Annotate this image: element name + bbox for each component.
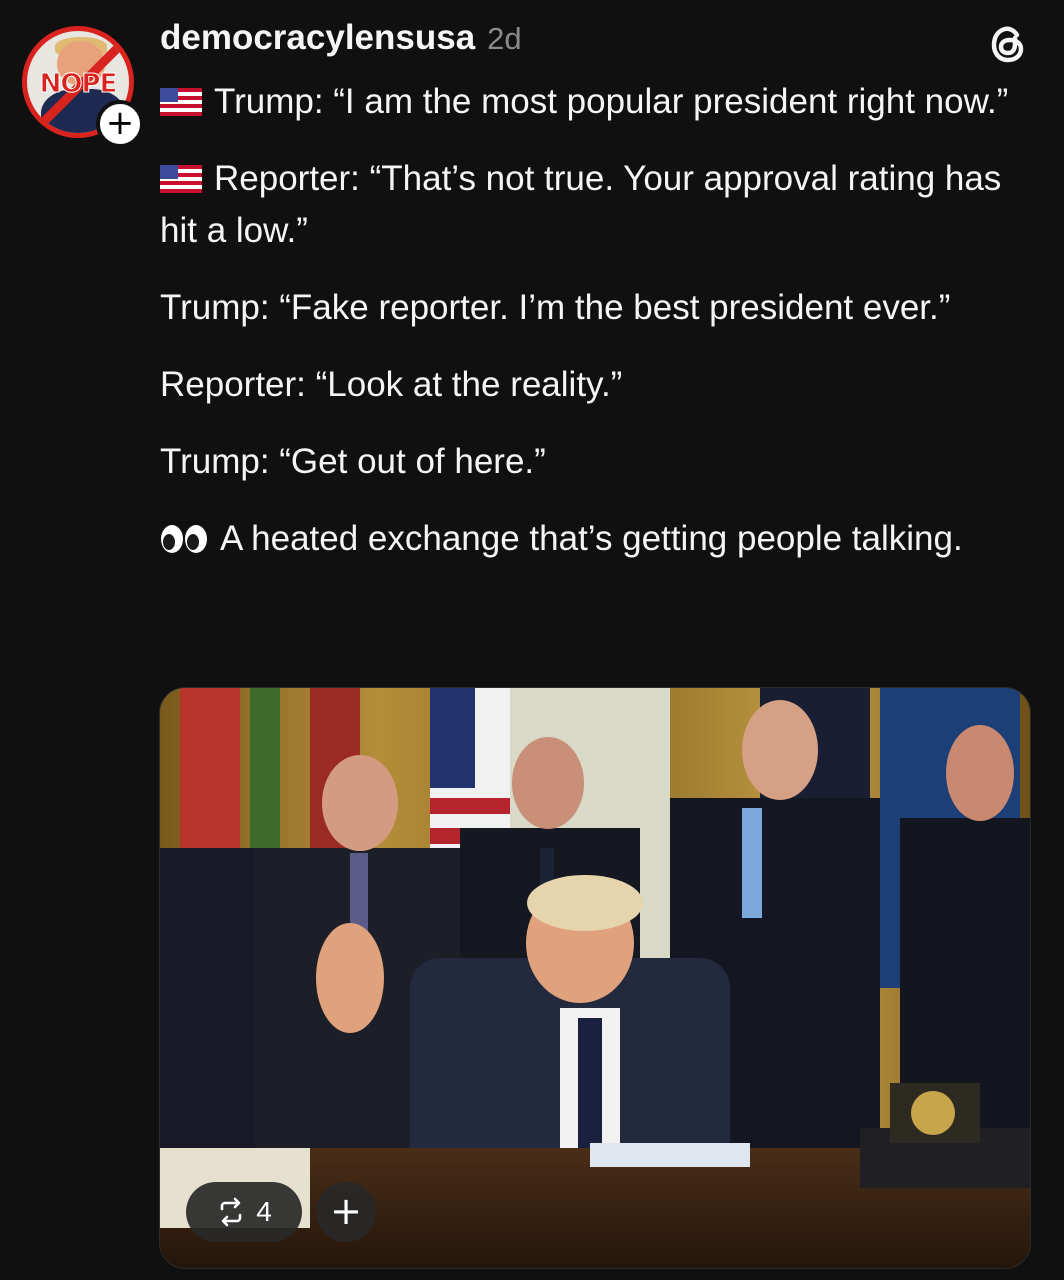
threads-post: NOPE + democracylensusa 2d Trump: “I am …	[0, 0, 1064, 1280]
plus-icon[interactable]: +	[316, 1182, 376, 1242]
eyes-icon	[161, 525, 207, 553]
post-header: democracylensusa 2d	[160, 18, 522, 60]
paragraph-text: Reporter: “That’s not true. Your approva…	[160, 159, 1002, 250]
paragraph-5: Trump: “Get out of here.”	[160, 436, 1040, 488]
threads-logo-icon[interactable]	[986, 22, 1030, 66]
us-flag-icon	[160, 88, 202, 116]
paragraph-text: Reporter: “Look at the reality.”	[160, 365, 623, 404]
paragraph-6: A heated exchange that’s getting people …	[160, 513, 1040, 565]
paragraph-3: Trump: “Fake reporter. I’m the best pres…	[160, 282, 1040, 334]
us-flag-icon	[160, 165, 202, 193]
paragraph-1: Trump: “I am the most popular president …	[160, 76, 1040, 128]
media-actions: 4 +	[186, 1182, 376, 1242]
timestamp: 2d	[487, 21, 522, 56]
paragraph-text: Trump: “I am the most popular president …	[214, 82, 1009, 121]
post-body: Trump: “I am the most popular president …	[160, 76, 1040, 590]
username[interactable]: democracylensusa	[160, 18, 475, 58]
paragraph-4: Reporter: “Look at the reality.”	[160, 359, 1040, 411]
paragraph-text: A heated exchange that’s getting people …	[220, 519, 963, 558]
avatar-nope-text: NOPE	[39, 69, 118, 100]
follow-button[interactable]: +	[96, 100, 144, 148]
paragraph-2: Reporter: “That’s not true. Your approva…	[160, 153, 1040, 257]
repost-button[interactable]: 4	[186, 1182, 302, 1242]
repost-icon	[220, 1197, 242, 1227]
paragraph-text: Trump: “Fake reporter. I’m the best pres…	[160, 288, 951, 327]
paragraph-text: Trump: “Get out of here.”	[160, 442, 546, 481]
repost-count: 4	[256, 1196, 272, 1227]
